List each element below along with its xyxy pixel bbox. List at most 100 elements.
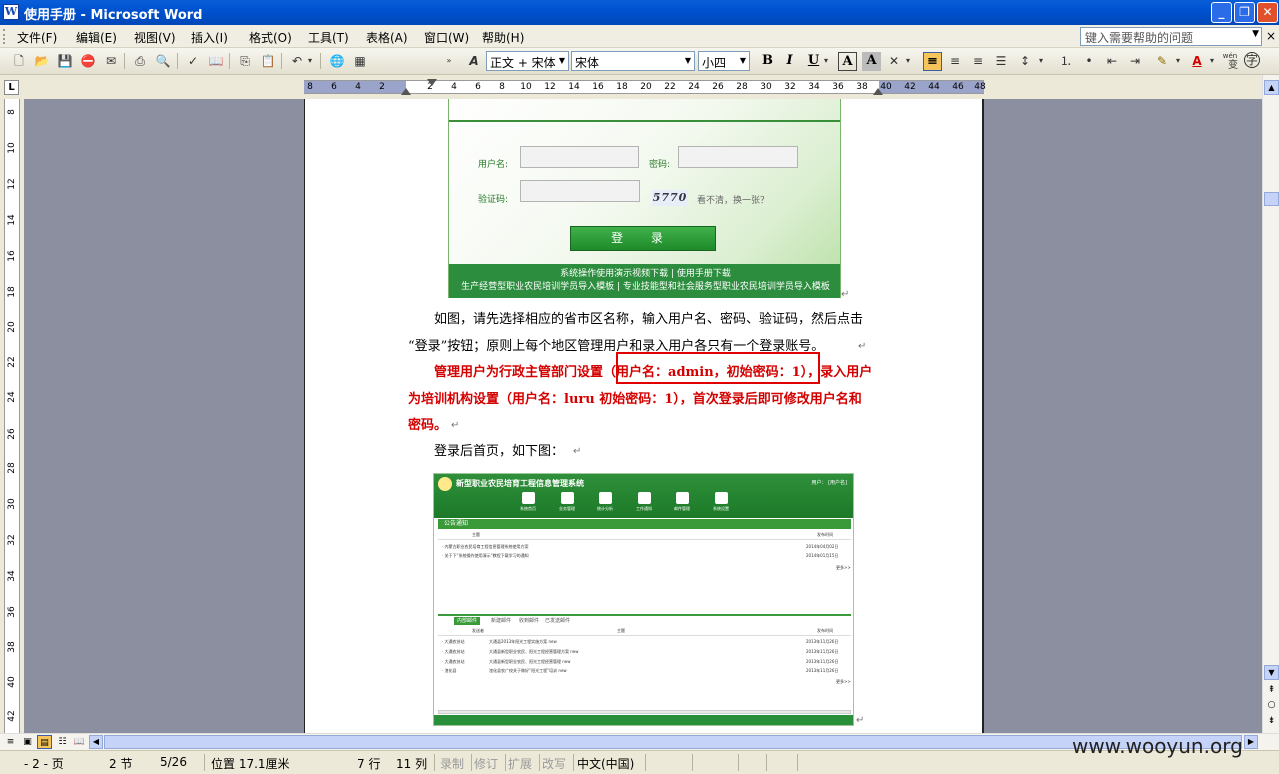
open-folder-icon[interactable]: 📂 bbox=[33, 52, 51, 70]
chevron-down-icon[interactable]: ▼ bbox=[682, 52, 694, 70]
reading-layout-icon[interactable]: 📖 bbox=[72, 735, 87, 749]
align-right-icon[interactable]: ≡ bbox=[969, 52, 987, 70]
vertical-ruler[interactable]: 8 10 12 14 16 18 20 22 24 26 28 30 32 34… bbox=[4, 99, 20, 733]
table-icon[interactable]: ▦ bbox=[351, 52, 369, 70]
ruler-tick: 30 bbox=[7, 498, 17, 510]
close-document-icon[interactable]: × bbox=[1266, 29, 1276, 43]
permission-icon[interactable]: ⛔ bbox=[79, 52, 97, 70]
captcha-image: 5770 bbox=[652, 190, 688, 206]
toolbar-options-icon[interactable]: » bbox=[444, 52, 454, 70]
numbering-icon[interactable]: ⒈ bbox=[1057, 52, 1075, 70]
decrease-indent-icon[interactable]: ⇤ bbox=[1103, 52, 1121, 70]
chevron-down-icon[interactable]: ▼ bbox=[556, 52, 568, 70]
distributed-icon[interactable]: ☰ bbox=[992, 52, 1010, 70]
new-document-icon[interactable]: 🗋 bbox=[10, 52, 28, 70]
spelling-icon[interactable]: ✓ bbox=[184, 52, 202, 70]
menu-edit[interactable]: 编辑(E) bbox=[76, 29, 117, 46]
email-icon[interactable]: ✉ bbox=[102, 52, 120, 70]
divider bbox=[438, 635, 851, 636]
hanging-indent-marker[interactable] bbox=[401, 88, 411, 95]
menu-table[interactable]: 表格(A) bbox=[366, 29, 408, 46]
underline-dropdown-icon[interactable]: ▾ bbox=[821, 52, 831, 70]
bullets-icon[interactable]: • bbox=[1080, 52, 1098, 70]
help-search-input[interactable]: 键入需要帮助的问题 ▼ bbox=[1080, 27, 1262, 46]
highlight-dropdown-icon[interactable]: ▾ bbox=[1173, 52, 1183, 70]
menu-view[interactable]: 视图(V) bbox=[134, 29, 176, 46]
scroll-left-arrow[interactable]: ◀ bbox=[89, 735, 103, 749]
scroll-right-arrow[interactable]: ▶ bbox=[1244, 735, 1258, 749]
ruler-tick: 24 bbox=[688, 82, 700, 92]
font-color-dropdown-icon[interactable]: ▾ bbox=[1207, 52, 1217, 70]
undo-icon[interactable]: ↶ bbox=[288, 52, 306, 70]
select-browse-object-icon[interactable]: ○ bbox=[1266, 700, 1277, 710]
research-icon[interactable]: 📖 bbox=[207, 52, 225, 70]
menu-format[interactable]: 格式(O) bbox=[249, 29, 292, 46]
align-justify-button[interactable]: ≡ bbox=[923, 52, 942, 71]
separator bbox=[766, 754, 767, 771]
web-layout-icon[interactable]: ▣ bbox=[20, 735, 35, 749]
mail-tab-received: 收到邮件 bbox=[519, 618, 540, 624]
char-scale-icon[interactable]: ✕ bbox=[885, 52, 903, 70]
minimize-button[interactable]: _ bbox=[1211, 2, 1232, 23]
status-rec[interactable]: 录制 bbox=[440, 755, 464, 772]
outline-view-icon[interactable]: ☷ bbox=[55, 735, 70, 749]
print-preview-icon[interactable]: 🔍 bbox=[154, 52, 172, 70]
first-line-indent-marker[interactable] bbox=[427, 79, 437, 86]
scroll-thumb[interactable] bbox=[1264, 192, 1279, 206]
enclose-char-button[interactable]: 字 bbox=[1244, 52, 1260, 68]
font-size-select[interactable]: 小四 ▼ bbox=[698, 51, 750, 71]
italic-button[interactable]: I bbox=[780, 52, 799, 71]
vertical-scrollbar[interactable]: ▲ ▼ ⇞ ○ ⇟ bbox=[1262, 75, 1279, 733]
status-extend[interactable]: 扩展 bbox=[508, 755, 532, 772]
status-page-count: 5/26 bbox=[160, 755, 187, 769]
copy-icon[interactable]: ⎘ bbox=[236, 52, 254, 70]
font-color-button[interactable]: A bbox=[1188, 52, 1206, 70]
status-track[interactable]: 修订 bbox=[474, 755, 498, 772]
tab-selector[interactable]: L bbox=[4, 80, 19, 95]
char-border-button[interactable]: A bbox=[838, 52, 857, 71]
align-center-icon[interactable]: ≡ bbox=[946, 52, 964, 70]
line-spacing-icon[interactable]: ↕ bbox=[1016, 52, 1034, 70]
undo-dropdown-icon[interactable]: ▾ bbox=[305, 52, 315, 70]
chevron-down-icon[interactable]: ▼ bbox=[737, 52, 749, 70]
right-indent-marker[interactable] bbox=[873, 88, 883, 95]
bold-button[interactable]: B bbox=[758, 52, 777, 71]
char-shading-button[interactable]: A bbox=[862, 52, 881, 71]
styles-icon[interactable]: A bbox=[465, 52, 483, 70]
menu-insert[interactable]: 插入(I) bbox=[191, 29, 228, 46]
document-page[interactable]: 用户名: 密码: 验证码: 5770 看不清，换一张？ 登 录 系统操作使用演示… bbox=[304, 99, 984, 733]
highlight-icon[interactable]: ✎ bbox=[1153, 52, 1171, 70]
next-page-icon[interactable]: ⇟ bbox=[1266, 716, 1277, 726]
status-overtype[interactable]: 改写 bbox=[542, 755, 566, 772]
font-size-value: 小四 bbox=[702, 56, 727, 70]
normal-view-icon[interactable]: ≡ bbox=[3, 735, 18, 749]
hyperlink-icon[interactable]: 🌐 bbox=[328, 52, 346, 70]
char-scale-dropdown-icon[interactable]: ▾ bbox=[903, 52, 913, 70]
mail-subject: 大通县2013年阳光工程实施方案 new bbox=[489, 639, 557, 644]
style-value: 正文 + 宋体 bbox=[490, 56, 556, 70]
scroll-down-arrow[interactable]: ▼ bbox=[1264, 665, 1279, 680]
mail-subject: 大通县新型职业农民、阳光工程经营管理 new bbox=[489, 659, 571, 664]
menu-tools[interactable]: 工具(T) bbox=[308, 29, 349, 46]
menu-help[interactable]: 帮助(H) bbox=[482, 29, 524, 46]
paragraph-2-line-3: 密码。 bbox=[408, 418, 448, 433]
paragraph-mark: ↵ bbox=[858, 341, 867, 352]
previous-page-icon[interactable]: ⇞ bbox=[1266, 685, 1277, 695]
line-spacing-dropdown-icon[interactable]: ▾ bbox=[1036, 52, 1046, 70]
menu-window[interactable]: 窗口(W) bbox=[424, 29, 469, 46]
menu-file[interactable]: 文件(F) bbox=[17, 29, 57, 46]
col-subject: 主题 bbox=[617, 628, 625, 633]
ruler-tick: 22 bbox=[7, 356, 17, 368]
scroll-up-arrow[interactable]: ▲ bbox=[1264, 80, 1279, 95]
paste-icon[interactable]: 📋 bbox=[259, 52, 277, 70]
print-icon[interactable]: ⎙ bbox=[131, 52, 149, 70]
font-select[interactable]: 宋体 ▼ bbox=[571, 51, 695, 71]
increase-indent-icon[interactable]: ⇥ bbox=[1126, 52, 1144, 70]
document-area[interactable]: 用户名: 密码: 验证码: 5770 看不清，换一张？ 登 录 系统操作使用演示… bbox=[24, 99, 1262, 733]
chevron-down-icon[interactable]: ▼ bbox=[1252, 29, 1259, 39]
close-button[interactable]: ✕ bbox=[1257, 2, 1278, 23]
print-layout-icon[interactable]: ▤ bbox=[37, 735, 52, 749]
style-select[interactable]: 正文 + 宋体 ▼ bbox=[486, 51, 569, 71]
save-icon[interactable]: 💾 bbox=[56, 52, 74, 70]
restore-button[interactable]: ❐ bbox=[1234, 2, 1255, 23]
